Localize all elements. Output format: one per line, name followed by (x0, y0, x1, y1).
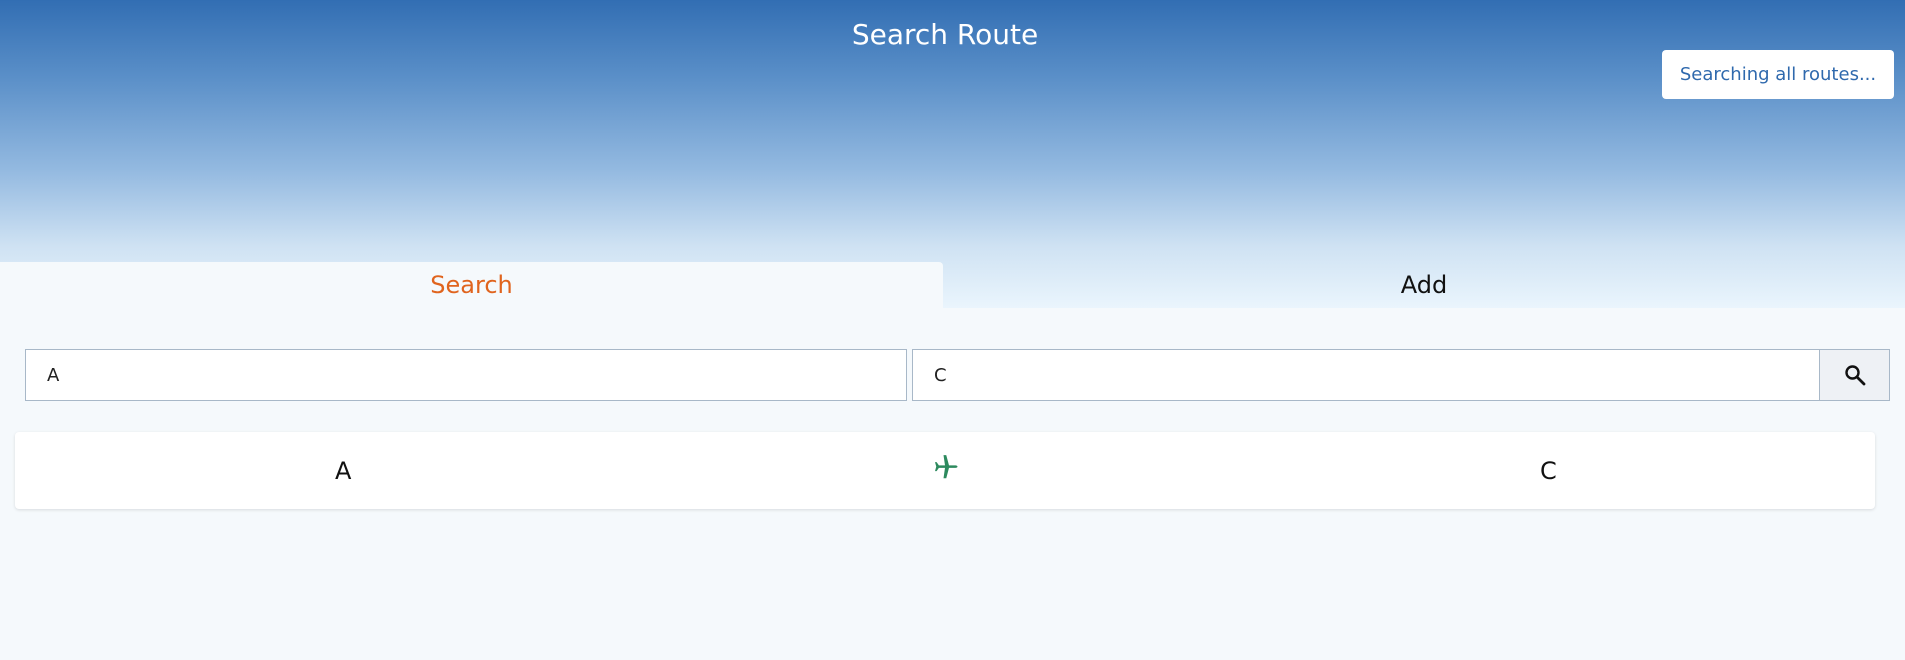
route-destination: C (1540, 456, 1557, 485)
tab-search[interactable]: Search (0, 262, 943, 308)
origin-input[interactable] (25, 349, 907, 401)
tab-bar: Search Add (0, 262, 1905, 308)
search-form (25, 349, 1890, 401)
route-origin: A (335, 456, 352, 485)
search-status-badge: Searching all routes... (1662, 50, 1894, 99)
search-icon (1844, 365, 1865, 386)
page-title: Search Route (851, 18, 1039, 51)
airplane-icon (935, 455, 958, 479)
search-button[interactable] (1819, 349, 1890, 401)
route-result-card[interactable]: A C (15, 432, 1875, 509)
destination-input[interactable] (912, 349, 1820, 401)
tab-add[interactable]: Add (943, 262, 1905, 308)
